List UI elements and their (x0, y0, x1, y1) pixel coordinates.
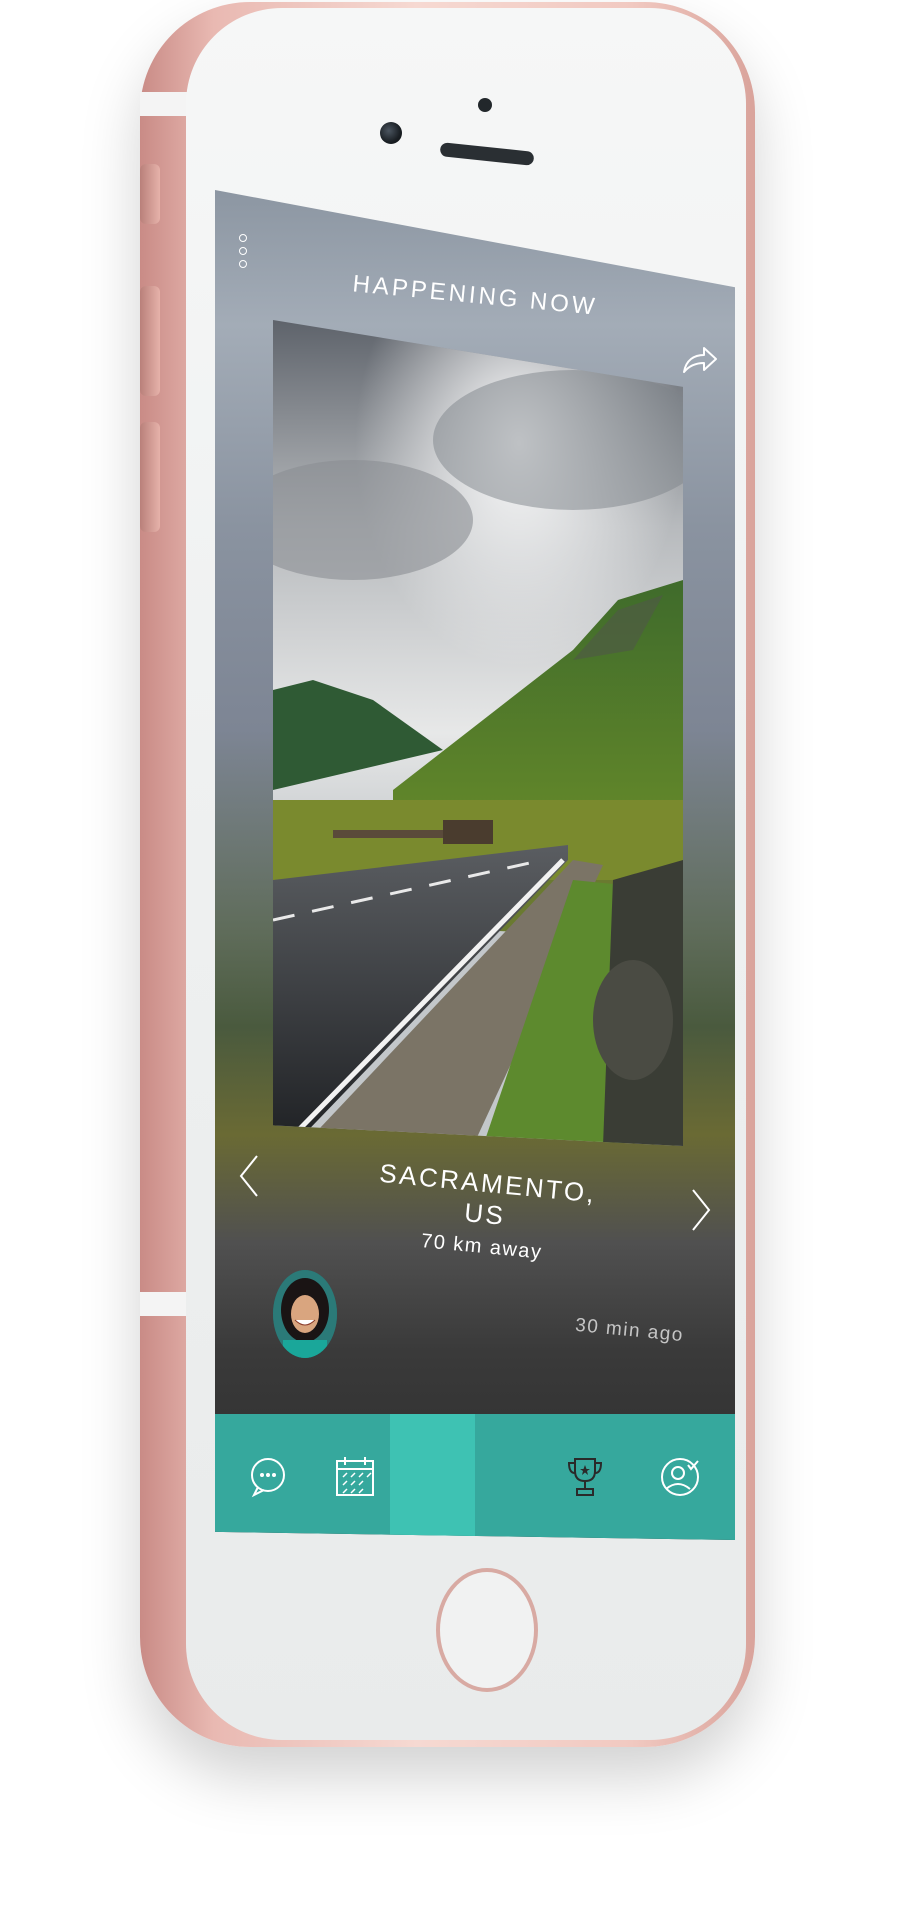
chat-icon (250, 1458, 285, 1498)
tab-calendar[interactable] (320, 1414, 390, 1540)
profile-check-icon (661, 1458, 699, 1496)
chevron-left-icon[interactable] (235, 1152, 265, 1202)
trophy-icon (567, 1458, 603, 1496)
antenna-band-top (140, 92, 190, 116)
app-screen: HAPPENING NOW SACRAMENTO, US 70 km away … (215, 190, 735, 1540)
tab-leaderboard[interactable] (545, 1414, 625, 1540)
proximity-sensor (478, 98, 492, 112)
chevron-right-icon[interactable] (685, 1186, 715, 1236)
volume-down-button[interactable] (140, 422, 160, 532)
calendar-icon (336, 1457, 374, 1496)
event-photo[interactable] (273, 320, 683, 1146)
share-arrow-icon[interactable] (680, 340, 720, 380)
volume-up-button[interactable] (140, 286, 160, 396)
antenna-band-bottom (140, 1292, 190, 1316)
time-ago: 30 min ago (574, 1314, 685, 1347)
tab-bar (215, 1414, 735, 1540)
tab-active-center[interactable] (390, 1414, 475, 1540)
tab-empty[interactable] (475, 1414, 545, 1540)
event-location: SACRAMENTO, US 70 km away (351, 1156, 619, 1272)
home-button[interactable] (436, 1568, 538, 1692)
mute-switch[interactable] (140, 164, 160, 224)
tab-profile[interactable] (625, 1414, 735, 1540)
front-camera (380, 122, 402, 144)
tab-chat[interactable] (215, 1414, 320, 1540)
avatar[interactable] (273, 1270, 337, 1358)
